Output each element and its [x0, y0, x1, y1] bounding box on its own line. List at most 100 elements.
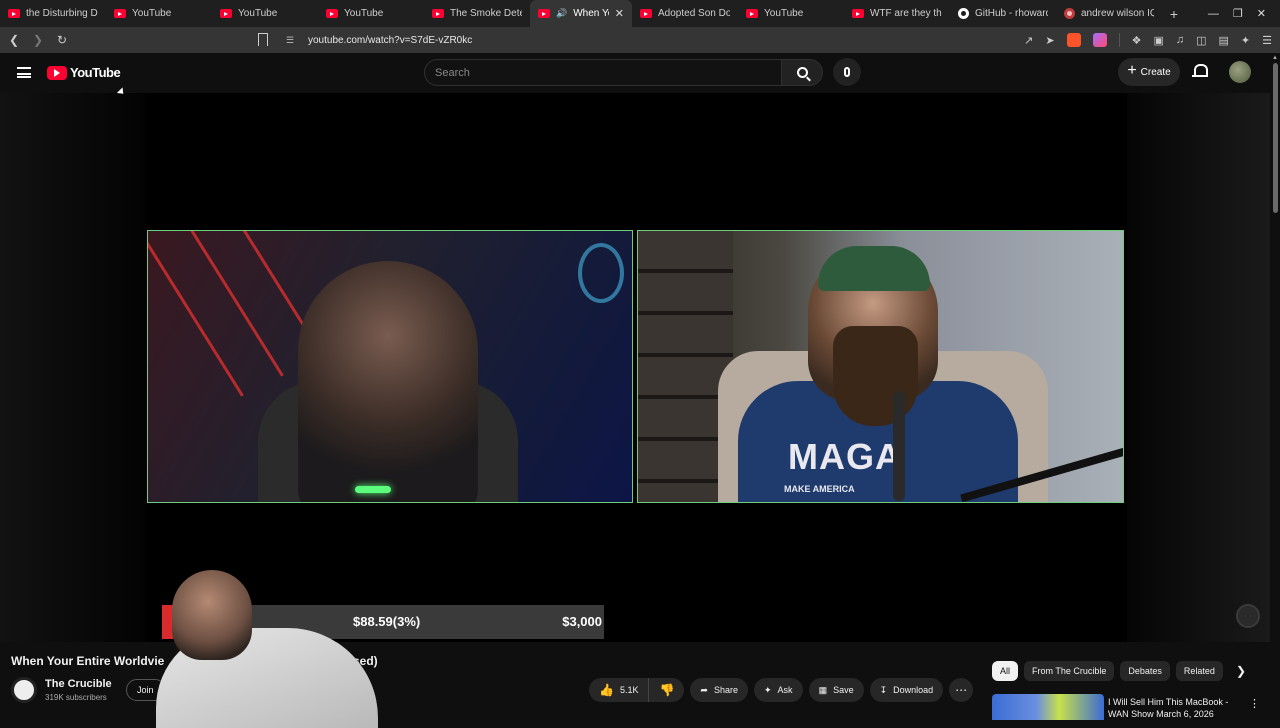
youtube-header: YouTube +Create: [0, 53, 1270, 93]
browser-tab[interactable]: YouTube: [318, 0, 424, 27]
site-info-icon[interactable]: ☰: [286, 35, 296, 45]
open-external-icon[interactable]: ↗: [1024, 34, 1033, 47]
more-actions-icon[interactable]: ⋯: [949, 678, 974, 702]
chip-from-the-crucible[interactable]: From The Crucible: [1024, 661, 1115, 681]
video-actions: 👍 5.1K 👎 ➦ Share ✦ Ask ▦ Save ↧ Download ⋯: [589, 678, 974, 702]
url-text[interactable]: youtube.com/watch?v=S7dE-vZR0kc: [308, 35, 472, 46]
menu-icon[interactable]: ☰: [1262, 34, 1272, 47]
search-button[interactable]: [781, 59, 823, 86]
browser-tab[interactable]: WTF are they thin: [844, 0, 950, 27]
toolbar-divider: [1118, 33, 1120, 47]
browser-tab[interactable]: YouTube: [106, 0, 212, 27]
chip-all[interactable]: All: [992, 661, 1019, 681]
github-favicon-icon: [958, 8, 969, 19]
microphone-icon: [844, 67, 850, 77]
video-feed-right: MAGA MAKE AMERICA: [637, 230, 1124, 503]
brave-shield-icon[interactable]: [1066, 33, 1081, 47]
youtube-favicon-icon: [114, 9, 126, 18]
back-icon[interactable]: ❮: [4, 33, 24, 47]
wallet-icon[interactable]: ▣: [1153, 34, 1163, 47]
sidebar-icon[interactable]: ◫: [1196, 34, 1206, 47]
reload-icon[interactable]: ↻: [52, 33, 72, 47]
donation-progress-fill: [162, 605, 176, 639]
new-tab-button[interactable]: +: [1162, 6, 1186, 22]
recommended-title[interactable]: I Will Sell Him This MacBook - WAN Show …: [1108, 696, 1250, 720]
player-backdrop-right: [1127, 93, 1270, 642]
browser-tab[interactable]: andrew wilson IQ: [1056, 0, 1162, 27]
download-icon: ↧: [879, 684, 888, 695]
hamburger-menu-icon[interactable]: [17, 67, 31, 78]
scrollbar-thumb[interactable]: [1273, 63, 1278, 213]
browser-toolbar: ❮ ❯ ↻ ☰ youtube.com/watch?v=S7dE-vZR0kc …: [0, 27, 1280, 53]
browser-tab[interactable]: Adopted Son Doe: [632, 0, 738, 27]
sparkle-icon: ✦: [764, 684, 772, 695]
more-options-icon[interactable]: ⋮: [1249, 697, 1260, 710]
recommended-video[interactable]: I Will Sell Him This MacBook - WAN Show …: [992, 694, 1262, 720]
media-icon[interactable]: ♫: [1176, 34, 1184, 46]
browser-tab[interactable]: The Smoke Detec: [424, 0, 530, 27]
browser-tab[interactable]: the Disturbing De: [0, 0, 106, 27]
bookmark-icon[interactable]: [258, 33, 268, 46]
player-backdrop-left: [0, 93, 145, 642]
wallet-card-icon[interactable]: ▤: [1219, 34, 1229, 47]
background-logo: [578, 243, 624, 303]
youtube-logo[interactable]: YouTube: [47, 65, 121, 80]
maximize-icon[interactable]: ❐: [1233, 7, 1243, 20]
microphone: [893, 391, 905, 501]
youtube-favicon-icon: [432, 9, 444, 18]
speaker-icon[interactable]: 🔊: [556, 8, 567, 19]
save-button[interactable]: ▦ Save: [808, 678, 864, 702]
thumbs-down-icon: 👎: [659, 683, 675, 697]
share-button[interactable]: ➦ Share: [690, 678, 748, 702]
channel-avatar[interactable]: [11, 677, 37, 703]
chip-debates[interactable]: Debates: [1120, 661, 1170, 681]
chip-related[interactable]: Related: [1175, 661, 1223, 681]
brave-rewards-icon[interactable]: [1092, 33, 1107, 47]
chevron-right-icon[interactable]: ❯: [1236, 664, 1246, 678]
address-bar[interactable]: ☰ youtube.com/watch?v=S7dE-vZR0kc: [278, 30, 998, 50]
shirt-print-sub: MAKE AMERICA: [784, 484, 855, 494]
voice-search-button[interactable]: [833, 58, 861, 86]
ask-button[interactable]: ✦ Ask: [754, 678, 803, 702]
browser-tab-active[interactable]: 🔊When Your✕: [530, 0, 632, 27]
notifications-bell-icon[interactable]: [1192, 64, 1208, 79]
extensions-icon[interactable]: ❖: [1132, 34, 1142, 47]
youtube-favicon-icon: [220, 9, 232, 18]
browser-tab[interactable]: GitHub - rhoward: [950, 0, 1056, 27]
minimize-icon[interactable]: —: [1208, 8, 1219, 20]
background-stripe: [175, 231, 284, 377]
plus-icon: +: [1127, 62, 1137, 79]
donation-raised: $88.59(3%): [353, 614, 421, 629]
recommended-thumbnail[interactable]: [992, 694, 1104, 720]
search-input[interactable]: [425, 60, 781, 85]
youtube-favicon-icon: [8, 9, 20, 18]
youtube-favicon-icon: [746, 9, 758, 18]
dislike-button[interactable]: 👎: [649, 678, 684, 702]
video-player[interactable]: MAGA MAKE AMERICA: [0, 93, 1270, 642]
close-tab-icon[interactable]: ✕: [615, 7, 624, 20]
youtube-favicon-icon: [852, 9, 864, 18]
green-cap: [818, 246, 930, 291]
join-button[interactable]: Join: [126, 679, 166, 701]
page-scrollbar[interactable]: ▲: [1270, 53, 1280, 720]
channel-name[interactable]: The Crucible: [45, 678, 112, 690]
browser-tab[interactable]: YouTube: [212, 0, 318, 27]
scroll-up-icon[interactable]: ▲: [1272, 55, 1278, 61]
browser-tab-strip: the Disturbing De YouTube YouTube YouTub…: [0, 0, 1280, 27]
forward-icon[interactable]: ❯: [28, 33, 48, 47]
video-title: When Your Entire Worldvie ut Exposed): [11, 654, 378, 668]
leo-icon[interactable]: ✦: [1241, 34, 1250, 47]
donation-goal: $3,000: [562, 614, 602, 629]
subscriber-count: 319K subscribers: [45, 693, 107, 702]
close-window-icon[interactable]: ✕: [1257, 7, 1266, 20]
create-button[interactable]: + Create: [1118, 58, 1180, 86]
like-button[interactable]: 👍 5.1K: [589, 678, 650, 702]
speaker-left: [298, 261, 478, 502]
channel-watermark-icon[interactable]: [1236, 604, 1260, 628]
youtube-favicon-icon: [640, 9, 652, 18]
download-button[interactable]: ↧ Download: [869, 678, 944, 702]
browser-tab[interactable]: YouTube: [738, 0, 844, 27]
account-avatar[interactable]: [1229, 61, 1251, 83]
beard: [833, 326, 918, 426]
send-icon[interactable]: ➤: [1045, 34, 1054, 47]
